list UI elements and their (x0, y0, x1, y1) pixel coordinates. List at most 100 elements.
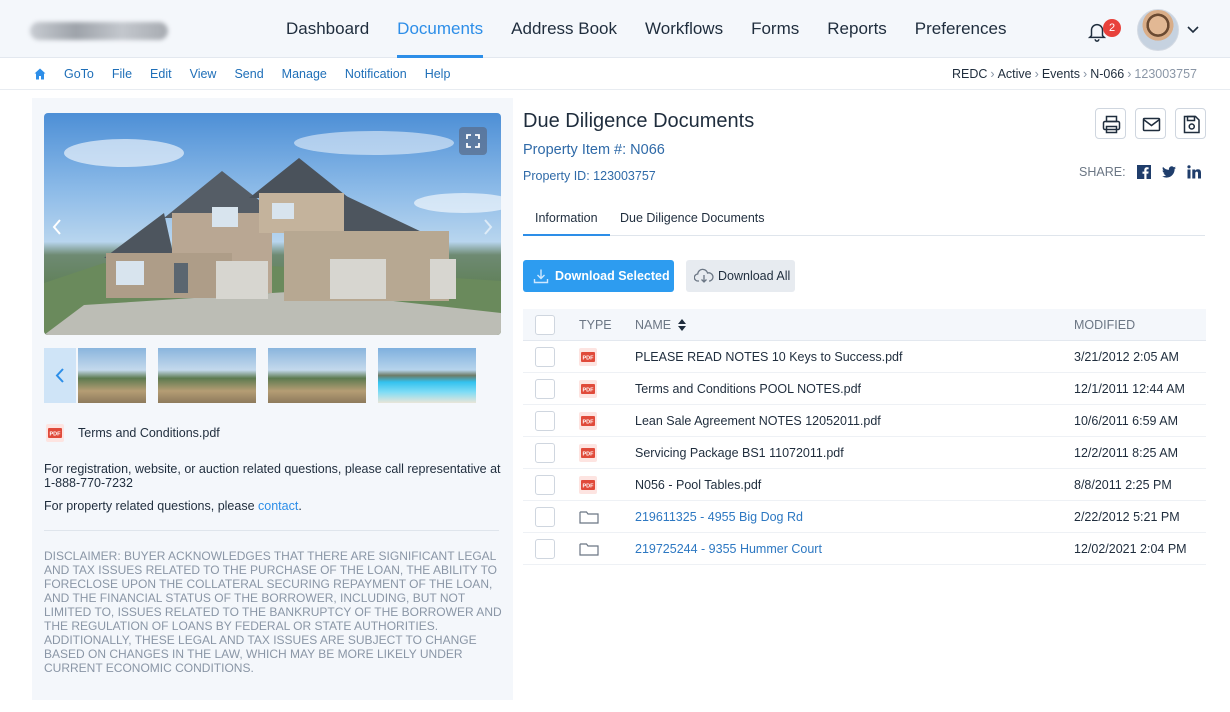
thumbnails-prev-button[interactable] (44, 348, 76, 403)
facebook-icon[interactable] (1137, 165, 1151, 179)
column-type[interactable]: TYPE (579, 309, 612, 341)
property-photo (44, 113, 501, 335)
nav-documents[interactable]: Documents (383, 0, 497, 58)
chevron-right-icon[interactable] (481, 217, 495, 237)
top-navigation-bar: Dashboard Documents Address Book Workflo… (0, 0, 1230, 58)
twitter-icon[interactable] (1162, 165, 1176, 179)
thumbnail[interactable] (268, 348, 366, 403)
property-questions-end: . (298, 499, 302, 513)
menu-notification[interactable]: Notification (336, 58, 416, 90)
menu-view[interactable]: View (181, 58, 226, 90)
download-selected-button[interactable]: Download Selected (523, 260, 674, 292)
table-row[interactable]: 219611325 - 4955 Big Dog Rd 2/22/2012 5:… (523, 501, 1206, 533)
fullscreen-button[interactable] (459, 127, 487, 155)
home-icon[interactable] (34, 68, 46, 80)
row-checkbox[interactable] (535, 507, 555, 527)
menu-goto[interactable]: GoTo (55, 58, 103, 90)
nav-workflows[interactable]: Workflows (631, 0, 737, 58)
breadcrumb: REDC › Active › Events › N-066 › 1230037… (952, 58, 1197, 90)
row-checkbox[interactable] (535, 443, 555, 463)
contact-link[interactable]: contact (258, 499, 298, 513)
breadcrumb-current: 123003757 (1134, 67, 1197, 81)
row-checkbox[interactable] (535, 539, 555, 559)
table-row[interactable]: PDF N056 - Pool Tables.pdf 8/8/2011 2:25… (523, 469, 1206, 501)
pdf-icon: PDF (579, 412, 597, 430)
select-all-checkbox[interactable] (535, 315, 555, 335)
menu-send[interactable]: Send (225, 58, 272, 90)
property-questions: For property related questions, please c… (44, 499, 504, 513)
avatar[interactable] (1137, 9, 1179, 51)
table-row[interactable]: PDF Lean Sale Agreement NOTES 12052011.p… (523, 405, 1206, 437)
modified-date: 8/8/2011 2:25 PM (1074, 478, 1172, 492)
row-checkbox[interactable] (535, 347, 555, 367)
breadcrumb-events[interactable]: Events (1042, 58, 1080, 90)
nav-forms[interactable]: Forms (737, 0, 813, 58)
row-checkbox[interactable] (535, 475, 555, 495)
share-label: SHARE: (1079, 165, 1126, 179)
column-name[interactable]: NAME (635, 309, 671, 341)
breadcrumb-active[interactable]: Active (998, 58, 1032, 90)
nav-address-book[interactable]: Address Book (497, 0, 631, 58)
file-name[interactable]: N056 - Pool Tables.pdf (635, 469, 761, 501)
table-header: TYPE NAME MODIFIED (523, 309, 1206, 341)
row-checkbox[interactable] (535, 411, 555, 431)
tab-information[interactable]: Information (523, 203, 610, 236)
menu-file[interactable]: File (103, 58, 141, 90)
folder-name[interactable]: 219611325 - 4955 Big Dog Rd (635, 501, 803, 533)
file-name[interactable]: PLEASE READ NOTES 10 Keys to Success.pdf (635, 341, 902, 373)
modified-date: 12/1/2011 12:44 AM (1074, 382, 1185, 396)
svg-text:PDF: PDF (50, 432, 62, 438)
breadcrumb-redc[interactable]: REDC (952, 58, 987, 90)
email-button[interactable] (1135, 108, 1166, 139)
sort-icon[interactable] (678, 319, 686, 331)
nav-dashboard[interactable]: Dashboard (272, 0, 383, 58)
file-name[interactable]: Servicing Package BS1 11072011.pdf (635, 437, 844, 469)
attachment-link[interactable]: PDF Terms and Conditions.pdf (46, 424, 220, 442)
save-button[interactable] (1175, 108, 1206, 139)
file-name[interactable]: Lean Sale Agreement NOTES 12052011.pdf (635, 405, 881, 437)
photo-thumbnails (44, 348, 501, 403)
column-modified[interactable]: MODIFIED (1074, 309, 1135, 341)
thumbnail[interactable] (378, 348, 476, 403)
save-icon (1183, 115, 1200, 134)
file-name[interactable]: Terms and Conditions POOL NOTES.pdf (635, 373, 861, 405)
svg-text:PDF: PDF (583, 452, 595, 458)
notification-badge: 2 (1103, 19, 1121, 37)
thumbnail[interactable] (158, 348, 256, 403)
row-checkbox[interactable] (535, 379, 555, 399)
main-nav: Dashboard Documents Address Book Workflo… (272, 0, 1020, 58)
download-all-button[interactable]: Download All (686, 260, 795, 292)
attachment-name: Terms and Conditions.pdf (78, 426, 220, 440)
folder-name[interactable]: 219725244 - 9355 Hummer Court (635, 533, 822, 565)
nav-preferences[interactable]: Preferences (901, 0, 1021, 58)
tab-due-diligence-documents[interactable]: Due Diligence Documents (620, 203, 765, 233)
menu-edit[interactable]: Edit (141, 58, 181, 90)
property-item-number: Property Item #: N066 (523, 142, 665, 158)
pdf-icon: PDF (579, 380, 597, 398)
modified-date: 12/02/2021 2:04 PM (1074, 542, 1187, 556)
thumbnail[interactable] (78, 348, 146, 403)
sub-menu-bar: GoTo File Edit View Send Manage Notifica… (0, 58, 1230, 90)
chevron-left-icon[interactable] (50, 217, 64, 237)
linkedin-icon[interactable] (1187, 165, 1201, 179)
company-logo[interactable] (30, 22, 168, 40)
mail-icon (1142, 117, 1161, 132)
nav-reports[interactable]: Reports (813, 0, 901, 58)
breadcrumb-n066[interactable]: N-066 (1090, 58, 1124, 90)
menu-manage[interactable]: Manage (273, 58, 336, 90)
registration-info: For registration, website, or auction re… (44, 462, 501, 490)
property-panel: PDF Terms and Conditions.pdf For registr… (32, 98, 513, 700)
document-tabs: Information Due Diligence Documents (523, 203, 1205, 236)
property-id: Property ID: 123003757 (523, 169, 656, 183)
pdf-icon: PDF (579, 444, 597, 462)
table-row[interactable]: PDF Terms and Conditions POOL NOTES.pdf … (523, 373, 1206, 405)
pdf-icon: PDF (579, 476, 597, 494)
table-row[interactable]: 219725244 - 9355 Hummer Court 12/02/2021… (523, 533, 1206, 565)
chevron-down-icon[interactable] (1186, 22, 1200, 36)
menu-help[interactable]: Help (416, 58, 460, 90)
table-row[interactable]: PDF Servicing Package BS1 11072011.pdf 1… (523, 437, 1206, 469)
property-questions-text: For property related questions, please (44, 499, 259, 513)
print-button[interactable] (1095, 108, 1126, 139)
table-row[interactable]: PDF PLEASE READ NOTES 10 Keys to Success… (523, 341, 1206, 373)
page-title: Due Diligence Documents (523, 110, 755, 132)
